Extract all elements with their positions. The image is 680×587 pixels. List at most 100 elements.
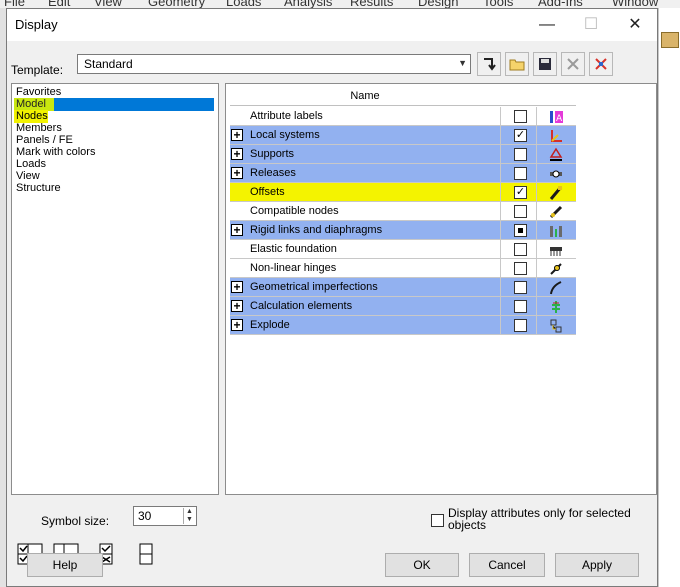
calculation-elements-icon [552,301,560,313]
column-divider [536,126,537,145]
delete-all-icon [595,58,607,70]
save-template-button[interactable] [533,52,557,76]
symbol-size-value: 30 [138,509,152,523]
save-disk-icon [539,58,551,70]
expand-icon[interactable]: + [231,167,243,179]
column-divider [500,278,501,297]
apply-button[interactable]: Apply [555,553,639,577]
imperfections-icon [550,281,562,295]
row-checkbox[interactable] [514,110,527,123]
open-folder-icon [509,59,525,71]
row-label: Compatible nodes [250,205,339,217]
attribute-labels-icon: A [550,111,563,124]
svg-text:A: A [556,114,563,124]
display-dialog: Display — ☐ ✕ Template: Standard ▼ Favor… [6,8,658,587]
open-template-button[interactable] [505,52,529,76]
delete-all-templates-button[interactable] [589,52,613,76]
column-divider [500,107,501,126]
column-divider [536,202,537,221]
grid-row-releases[interactable]: + Releases [230,164,576,183]
row-label: Geometrical imperfections [250,281,378,293]
expand-icon[interactable]: + [231,319,243,331]
background-toolbar-icon [661,32,679,48]
column-divider [500,221,501,240]
row-label: Non-linear hinges [250,262,337,274]
column-divider [536,164,537,183]
row-checkbox[interactable] [514,224,527,237]
cancel-button[interactable]: Cancel [469,553,545,577]
expand-icon[interactable]: + [231,129,243,141]
column-divider [500,259,501,278]
uncheck-icon [139,543,153,565]
row-checkbox[interactable] [514,300,527,313]
column-divider [536,316,537,335]
explode-icon [550,319,562,333]
apply-template-button[interactable] [477,52,501,76]
row-checkbox[interactable] [514,281,527,294]
grid-row-rigid-links-and-diaphragms[interactable]: + Rigid links and diaphragms [230,221,576,240]
column-divider [536,183,537,202]
grid-header: Name [230,88,576,106]
nonlinear-hinges-icon [550,263,562,275]
expand-icon[interactable]: + [231,148,243,160]
row-label: Explode [250,319,290,331]
dialog-title: Display [15,17,58,32]
row-checkbox[interactable]: ✓ [514,186,527,199]
column-divider [536,221,537,240]
column-divider [500,183,501,202]
title-bar: Display — ☐ ✕ [7,9,657,41]
grid-row-non-linear-hinges[interactable]: Non-linear hinges [230,259,576,278]
row-checkbox[interactable] [514,319,527,332]
row-label: Local systems [250,129,320,141]
column-divider [500,126,501,145]
column-divider [536,259,537,278]
grid-row-compatible-nodes[interactable]: Compatible nodes [230,202,576,221]
maximize-button[interactable]: ☐ [573,11,609,39]
display-selected-checkbox[interactable] [431,514,444,527]
row-checkbox[interactable] [514,148,527,161]
grid-row-attribute-labels[interactable]: Attribute labels A [230,107,576,126]
row-checkbox[interactable] [514,167,527,180]
symbol-size-spinner[interactable]: ▲ ▼ [183,508,195,524]
grid-row-calculation-elements[interactable]: + Calculation elements [230,297,576,316]
attributes-grid: Name Attribute labels A + Local systems ✓ + Su… [225,83,657,495]
expand-icon[interactable]: + [231,300,243,312]
grid-row-supports[interactable]: + Supports [230,145,576,164]
uncheck-button[interactable] [132,542,160,566]
offsets-icon [549,186,563,200]
elastic-foundation-icon [550,247,562,256]
grid-row-geometrical-imperfections[interactable]: + Geometrical imperfections [230,278,576,297]
row-checkbox[interactable] [514,243,527,256]
grid-row-elastic-foundation[interactable]: Elastic foundation [230,240,576,259]
column-divider [536,145,537,164]
row-checkbox[interactable]: ✓ [514,129,527,142]
column-divider [536,297,537,316]
grid-row-offsets[interactable]: Offsets ✓ [230,183,576,202]
column-divider [500,240,501,259]
column-divider [500,164,501,183]
expand-icon[interactable]: + [231,281,243,293]
grid-row-local-systems[interactable]: + Local systems ✓ [230,126,576,145]
row-label: Releases [250,167,296,179]
help-button[interactable]: Help [27,553,103,577]
close-button[interactable]: ✕ [617,11,653,39]
row-checkbox[interactable] [514,262,527,275]
grid-row-explode[interactable]: + Explode [230,316,576,335]
expand-icon[interactable]: + [231,224,243,236]
category-tree[interactable]: Favorites Model Nodes Members Panels / FE Mar… [11,83,219,565]
column-divider [500,316,501,335]
column-divider [500,145,501,164]
minimize-button[interactable]: — [529,11,565,39]
apply-arrow-icon [484,58,496,71]
compatible-nodes-icon [549,205,563,219]
tree-item-structure[interactable]: Structure [14,182,63,195]
template-label: Template: [11,63,64,77]
row-label: Calculation elements [250,300,353,312]
ok-button[interactable]: OK [385,553,459,577]
symbol-size-label: Symbol size: [41,514,110,528]
template-select[interactable]: Standard ▼ [77,54,471,74]
delete-template-button[interactable] [561,52,585,76]
row-label: Offsets [250,186,285,198]
background-right-panel [658,8,680,587]
row-checkbox[interactable] [514,205,527,218]
